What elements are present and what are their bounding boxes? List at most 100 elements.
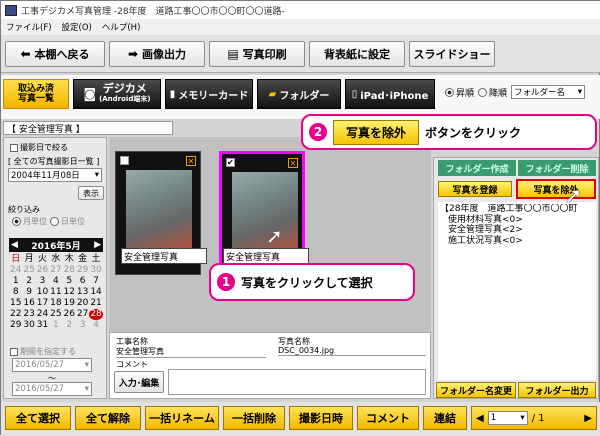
calendar-day[interactable]: 3 [36,276,49,287]
menu-settings[interactable]: 設定(O) [57,21,97,33]
remove-photo-button[interactable]: 写真を除外 [516,179,596,199]
photo-print-button[interactable]: ▤ 写真印刷 [209,41,305,67]
comment-button[interactable]: コメント [357,406,419,430]
calendar-day[interactable]: 31 [36,320,49,331]
main-toolbar: ⬅ 本棚へ戻る ➡ 画像出力 ▤ 写真印刷 背表紙に設定 スライドショー [1,35,600,73]
calendar-day[interactable]: 29 [76,265,89,276]
menu-file[interactable]: ファイル(F) [1,21,57,33]
calendar-day[interactable]: 4 [89,320,102,331]
calendar-day[interactable]: 4 [49,276,62,287]
calendar-day[interactable]: 7 [89,276,102,287]
calendar-day[interactable]: 28 [89,309,103,320]
imported-photos-tab[interactable]: 取込み済 写真一覧 [3,79,69,109]
image-export-button[interactable]: ➡ 画像出力 [109,41,205,67]
tree-item-safety[interactable]: 安全管理写真<2> [440,225,594,236]
calendar-day[interactable]: 18 [49,298,62,309]
calendar-day[interactable]: 17 [36,298,49,309]
calendar-day[interactable]: 24 [9,265,22,276]
folder-tree: 【28年度 道路工事〇〇市〇〇町 使用材料写真<0> 安全管理写真<2> 施工状… [438,186,596,380]
calendar-day[interactable]: 24 [36,309,49,320]
calendar-day[interactable]: 19 [63,298,76,309]
folder-tab[interactable]: ▰ フォルダー [257,79,341,109]
set-back-cover-button[interactable]: 背表紙に設定 [309,41,405,67]
folder-create-button[interactable]: フォルダー作成 [438,160,516,176]
narrow-by-date-checkbox[interactable] [10,143,18,152]
calendar-day[interactable]: 23 [22,309,35,320]
calendar-day[interactable]: 2 [22,276,35,287]
calendar-day[interactable]: 29 [9,320,22,331]
calendar-day[interactable]: 30 [22,320,35,331]
prev-page-icon[interactable]: ◀ [476,413,484,424]
calendar-day[interactable]: 1 [49,320,62,331]
digicam-sublabel: (Android端末) [99,95,151,103]
next-page-icon[interactable]: ▶ [584,413,592,424]
calendar-day[interactable]: 5 [63,276,76,287]
deselect-all-button[interactable]: 全て解除 [75,406,141,430]
desc-radio[interactable] [478,87,488,97]
calendar-day[interactable]: 10 [36,287,49,298]
calendar-day[interactable]: 26 [36,265,49,276]
select-all-button[interactable]: 全て選択 [5,406,71,430]
thumb-checkbox[interactable] [120,156,129,165]
menu-help[interactable]: ヘルプ(H) [97,21,146,33]
bulk-delete-button[interactable]: 一括削除 [223,406,285,430]
edit-comment-button[interactable]: 入力･編集 [114,371,164,393]
link-button[interactable]: 連結 [423,406,467,430]
calendar-day[interactable]: 28 [63,265,76,276]
calendar-day[interactable]: 15 [9,298,22,309]
shot-date-select[interactable]: 2004年11月08日 ▾ [8,168,102,182]
calendar-day[interactable]: 20 [76,298,89,309]
folder-delete-button[interactable]: フォルダー削除 [518,160,596,176]
sort-field-select[interactable]: フォルダー名 ▾ [511,85,586,99]
callout-step-two: 2 写真を除外 ボタンをクリック [301,114,597,150]
folder-export-button[interactable]: フォルダー出力 [518,382,596,398]
calendar-day[interactable]: 11 [49,287,62,298]
thumb-checkbox-checked[interactable]: ✔ [226,158,235,167]
calendar-day[interactable]: 30 [89,265,102,276]
calendar-day[interactable]: 25 [49,309,62,320]
calendar-day[interactable]: 25 [22,265,35,276]
rename-folder-button[interactable]: フォルダー名変更 [436,382,516,398]
by-day-radio[interactable] [50,217,59,226]
calendar-day[interactable]: 2 [63,320,76,331]
calendar-day[interactable]: 9 [22,287,35,298]
shot-date-button[interactable]: 撮影日時 [289,406,353,430]
close-icon[interactable]: ✕ [288,158,298,168]
thumbnail-area: ✕ 安全管理写真 ✔ ✕ ➚ 安全管理写真 [109,137,431,332]
digicam-tab[interactable]: ◙ デジカメ (Android端末) [73,79,161,109]
calendar-day[interactable]: 12 [63,287,76,298]
calendar-day[interactable]: 22 [9,309,22,320]
bulk-rename-button[interactable]: 一括リネーム [145,406,219,430]
calendar-day[interactable]: 27 [49,265,62,276]
sort-controls: 昇順 降順 フォルダー名 ▾ [443,85,586,99]
calendar-day[interactable]: 8 [9,287,22,298]
period-checkbox[interactable] [10,347,18,356]
calendar-day[interactable]: 16 [22,298,35,309]
asc-radio[interactable] [445,87,454,97]
period-from-select[interactable]: 2016/05/27 ▾ [12,358,92,372]
calendar-day[interactable]: 6 [76,276,89,287]
calendar-day[interactable]: 27 [76,309,89,320]
calendar-day[interactable]: 3 [76,320,89,331]
memory-card-tab[interactable]: ▮ メモリーカード [165,79,253,109]
tree-item-progress[interactable]: 施工状況写真<0> [440,236,594,247]
tree-item-materials[interactable]: 使用材料写真<0> [440,215,594,226]
page-select[interactable]: 1 ▾ [487,411,528,425]
prev-month-button[interactable]: ◀ [11,240,18,250]
filter-label: 絞り込み [8,205,40,214]
register-photo-button[interactable]: 写真を登録 [438,181,512,197]
close-icon[interactable]: ✕ [186,156,196,166]
by-month-radio[interactable] [12,217,21,226]
show-button[interactable]: 表示 [78,186,104,200]
calendar-day[interactable]: 21 [89,298,102,309]
back-to-shelf-button[interactable]: ⬅ 本棚へ戻る [5,41,105,67]
calendar-day[interactable]: 1 [9,276,22,287]
slideshow-button[interactable]: スライドショー [409,41,495,67]
calendar-day[interactable]: 14 [89,287,102,298]
calendar-day[interactable]: 26 [63,309,76,320]
ipad-iphone-tab[interactable]: ▯ iPad･iPhone [345,79,435,109]
period-to-select[interactable]: 2016/05/27 ▾ [12,382,92,396]
calendar-day[interactable]: 13 [76,287,89,298]
comment-field[interactable] [168,369,426,395]
next-month-button[interactable]: ▶ [94,240,101,250]
